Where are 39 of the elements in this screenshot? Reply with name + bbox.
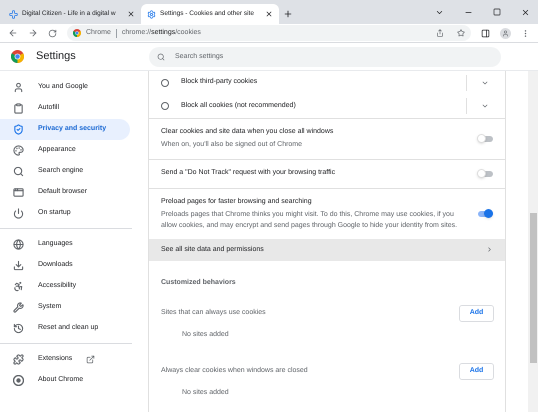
- puzzle-icon: [13, 354, 24, 365]
- close-icon[interactable]: [127, 10, 135, 18]
- toggle-switch[interactable]: [477, 132, 493, 145]
- close-icon[interactable]: [521, 8, 530, 16]
- clipboard-icon: [13, 103, 24, 114]
- reload-icon[interactable]: [48, 28, 57, 38]
- wrench-icon: [13, 302, 24, 313]
- new-tab-icon[interactable]: [283, 9, 293, 19]
- scrollbar[interactable]: [528, 71, 538, 412]
- power-icon: [13, 208, 24, 219]
- side-panel-icon[interactable]: [481, 28, 490, 38]
- palette-icon: [13, 145, 24, 156]
- back-icon[interactable]: [8, 28, 18, 38]
- radio-button[interactable]: [161, 78, 169, 87]
- toggle-switch[interactable]: [477, 168, 493, 180]
- shield-icon: [13, 124, 24, 135]
- accessibility-icon: [13, 281, 24, 292]
- history-icon: [13, 323, 24, 334]
- share-icon[interactable]: [436, 29, 444, 37]
- close-icon[interactable]: [265, 10, 273, 18]
- globe-icon: [13, 239, 24, 250]
- maximize-icon[interactable]: [493, 8, 501, 16]
- chrome-logo: [11, 50, 24, 63]
- cross-icon: [9, 10, 18, 18]
- chrome-icon: [13, 375, 24, 386]
- search-icon: [157, 52, 165, 60]
- arrow-right-icon: [486, 246, 493, 254]
- settings-icon: [147, 10, 156, 18]
- browser-icon: [13, 187, 24, 198]
- person-icon: [13, 82, 24, 93]
- profile-avatar[interactable]: [500, 28, 511, 38]
- forward-icon[interactable]: [28, 28, 38, 38]
- toggle-switch[interactable]: [477, 208, 493, 220]
- search-icon: [13, 166, 24, 177]
- download-icon: [13, 260, 24, 271]
- radio-button[interactable]: [161, 102, 169, 110]
- star-icon[interactable]: [457, 29, 465, 37]
- chrome-icon: [73, 29, 81, 37]
- page-title: Settings: [36, 49, 76, 64]
